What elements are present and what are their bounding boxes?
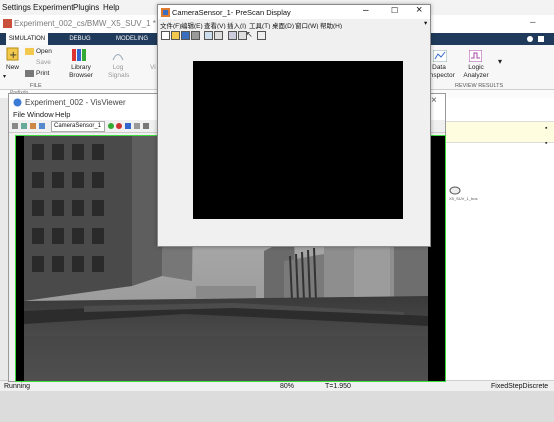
- new-icon[interactable]: [161, 31, 170, 40]
- zoom-icon[interactable]: [204, 31, 213, 40]
- camera-select[interactable]: CameraSensor_1: [51, 121, 105, 132]
- log-signals-button[interactable]: Log Signals: [108, 64, 129, 80]
- save-button[interactable]: Save: [36, 59, 51, 66]
- status-running: Running: [4, 383, 31, 390]
- vv-menu-window[interactable]: Window: [27, 110, 54, 119]
- ribbon-expand-icon[interactable]: ▾: [498, 57, 502, 66]
- status-zoom: 80%: [280, 383, 295, 390]
- menu-plugins[interactable]: Plugins: [73, 3, 99, 12]
- svg-text:+: +: [9, 50, 17, 61]
- visviewer-title: Experiment_002 - VisViewer: [25, 98, 126, 107]
- colorbar-icon[interactable]: [228, 31, 237, 40]
- link-icon[interactable]: [214, 31, 223, 40]
- quick-access-icons[interactable]: [430, 35, 550, 43]
- prescan-menu: 文件(F) 编辑(E) 查看(V) 插入(I) 工具(T) 桌面(D) 窗口(W…: [158, 19, 430, 30]
- dock-icon[interactable]: [257, 31, 266, 40]
- prescan-display-window: CameraSensor_1- PreScan Display – ☐ × 文件…: [157, 4, 431, 247]
- prescan-titlebar: CameraSensor_1- PreScan Display – ☐ ×: [158, 4, 430, 19]
- vv-menu-help[interactable]: Help: [55, 110, 70, 119]
- bus-block-label: X5_SUV_1_bus: [449, 196, 478, 201]
- open-icon[interactable]: [171, 31, 180, 40]
- tab-debug[interactable]: DEBUG: [62, 33, 98, 45]
- data-inspector-icon: [433, 50, 447, 62]
- library-browser-button[interactable]: Library Browser: [68, 64, 94, 80]
- prescan-title: CameraSensor_1- PreScan Display: [172, 8, 291, 17]
- logic-analyzer-icon: [469, 50, 482, 62]
- right-marker-2: ▪: [545, 140, 548, 147]
- menu-settings[interactable]: Settings: [2, 3, 31, 12]
- open-button[interactable]: Open: [36, 48, 52, 55]
- menu-overflow-icon[interactable]: ▾: [424, 19, 427, 27]
- tab-modeling[interactable]: MODELING: [110, 33, 154, 45]
- logic-analyzer-button[interactable]: Logic Analyzer: [462, 64, 490, 80]
- close-icon[interactable]: ×: [416, 4, 422, 16]
- section-review-results: REVIEW RESULTS: [455, 83, 504, 89]
- print-button[interactable]: Print: [36, 70, 49, 77]
- status-solver: FixedStepDiscrete: [491, 383, 549, 390]
- status-time: T=1.950: [325, 383, 351, 390]
- camera-select-value: CameraSensor_1: [54, 123, 102, 129]
- log-signals-icon: [112, 54, 124, 61]
- right-marker: ▪: [545, 125, 548, 132]
- prescan-image-axes[interactable]: [193, 61, 403, 219]
- menu-help[interactable]: Help: [103, 3, 119, 12]
- notification-bar: [440, 121, 554, 143]
- minimize-icon[interactable]: –: [363, 5, 369, 16]
- new-icon[interactable]: +: [6, 47, 20, 61]
- print-icon[interactable]: [191, 31, 200, 40]
- save-icon[interactable]: [181, 31, 190, 40]
- maximize-icon[interactable]: ☐: [391, 6, 398, 15]
- visviewer-app-icon: [13, 98, 22, 107]
- bus-block-icon[interactable]: [449, 186, 461, 195]
- prescan-toolbar: ↖: [158, 29, 430, 41]
- tab-simulation[interactable]: SIMULATION: [6, 33, 48, 45]
- vv-menu-file[interactable]: File: [13, 110, 25, 119]
- new-button[interactable]: New: [6, 64, 19, 71]
- minimize-icon[interactable]: –: [530, 17, 536, 28]
- toolbar-icons[interactable]: [12, 122, 48, 130]
- menu-experiment[interactable]: Experiment: [33, 3, 73, 12]
- simulink-icon: [3, 19, 12, 28]
- view-tool-icons[interactable]: [107, 122, 155, 130]
- background-strip: [0, 391, 554, 422]
- section-file: FILE: [30, 83, 42, 89]
- pointer-icon[interactable]: ↖: [246, 30, 253, 39]
- library-browser-icon: [72, 49, 86, 61]
- matlab-figure-icon: [161, 8, 170, 17]
- data-inspector-button[interactable]: Data Inspector: [428, 64, 455, 80]
- close-icon[interactable]: ×: [431, 95, 437, 106]
- open-icon: [25, 48, 34, 55]
- print-icon: [25, 70, 34, 77]
